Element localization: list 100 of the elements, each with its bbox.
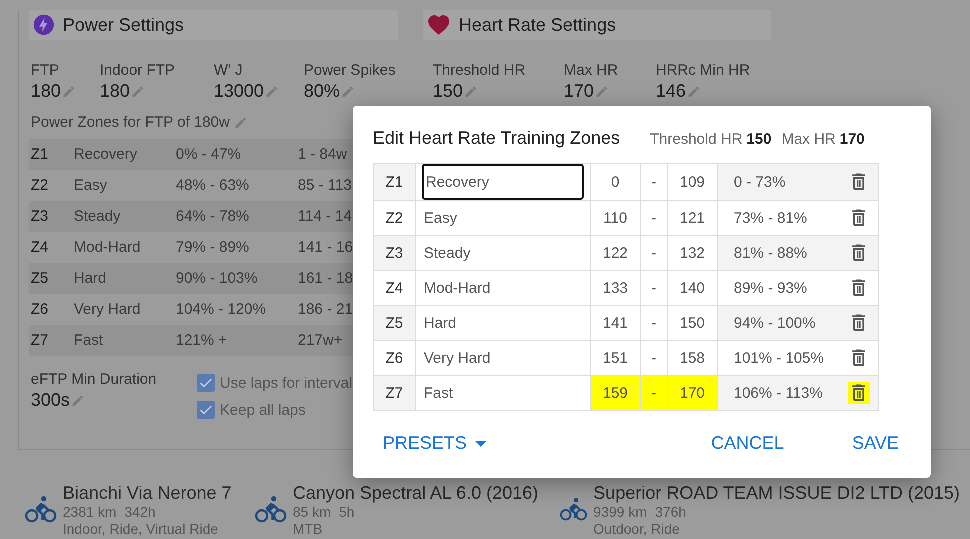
bike-types: Outdoor, Ride	[594, 521, 681, 537]
name-cell[interactable]: Fast	[416, 376, 590, 410]
pencil-icon[interactable]	[265, 84, 280, 98]
zone-name-field[interactable]: Fast	[422, 380, 584, 406]
percent-cell-text: 104% - 120%	[176, 301, 268, 318]
checkbox-label: Keep all laps	[220, 402, 306, 418]
field-label: Indoor FTP	[100, 62, 176, 79]
max-label: Max HR	[782, 131, 836, 148]
zone-name: Steady	[74, 208, 122, 225]
range-separator: -	[652, 280, 656, 296]
field-label: FTP	[31, 62, 60, 79]
cancel-button[interactable]: CANCEL	[701, 425, 794, 462]
zone-cell-text: Z2	[31, 177, 50, 194]
zone-name-field[interactable]: Steady	[422, 240, 584, 266]
zone-name-field[interactable]: Easy	[422, 206, 584, 230]
pencil-icon[interactable]	[62, 84, 76, 98]
field-label: HRRc Min HR	[656, 62, 752, 79]
bike-distance: 9399 km	[594, 504, 648, 520]
pencil-icon[interactable]	[687, 84, 702, 98]
max-cell: 121	[668, 200, 718, 236]
name-cell[interactable]: Steady	[416, 236, 590, 270]
bike-name[interactable]: Canyon Spectral AL 6.0 (2016)	[293, 483, 538, 504]
percent-cell: 94% - 100%	[734, 314, 816, 332]
bike-time: 376h	[655, 504, 686, 520]
zone-name: Recovery	[74, 146, 138, 163]
field-value: 300s	[31, 390, 70, 411]
max-cell: 170	[668, 376, 718, 410]
percent-cell-text: 121% +	[176, 332, 228, 349]
percent-cell-text: 0% - 47%	[176, 146, 242, 163]
heart-icon	[427, 14, 451, 36]
zone-cell: Z7	[374, 376, 416, 410]
pencil-icon[interactable]	[341, 84, 356, 98]
name-cell[interactable]: Very Hard	[416, 340, 590, 376]
pencil-icon[interactable]	[131, 84, 146, 98]
cyclist-icon	[255, 495, 287, 523]
watts-cell-text: 141 - 16	[298, 239, 354, 256]
zone-name-field[interactable]: Very Hard	[422, 346, 584, 370]
field-value: 146	[656, 81, 686, 102]
bike-types: Indoor, Ride, Virtual Ride	[63, 521, 220, 537]
percent-cell: 0 - 73%	[734, 174, 786, 190]
lightning-icon	[33, 14, 55, 36]
watts-cell-text: 85 - 113	[298, 177, 353, 194]
pencil-icon[interactable]	[234, 116, 248, 130]
trash-icon[interactable]	[848, 382, 870, 404]
cyclist-icon	[560, 495, 588, 523]
zone-cell-text: Z6	[31, 301, 50, 318]
bike-name[interactable]: Bianchi Via Nerone 7	[63, 483, 232, 504]
max-cell: 140	[668, 270, 718, 306]
field-label: Threshold HR	[433, 62, 527, 79]
watts-cell-text: 161 - 18	[298, 270, 354, 287]
field-value: 170	[564, 81, 594, 102]
watts-cell-text: 186 - 21	[298, 301, 354, 318]
field-value: 150	[433, 81, 464, 102]
name-cell[interactable]: Hard	[416, 306, 590, 340]
dialog-title: Edit Heart Rate Training Zones	[373, 128, 620, 149]
percent-cell-text: 79% - 89%	[176, 239, 250, 256]
pencil-icon[interactable]	[464, 84, 478, 98]
min-cell: 0	[590, 164, 640, 200]
percent-cell: 101% - 105%	[734, 350, 824, 366]
percent-cell: 73% - 81%	[734, 210, 808, 226]
zone-cell-text: Z7	[31, 332, 50, 349]
field-value: 13000	[214, 81, 264, 102]
percent-cell: 89% - 93%	[734, 280, 808, 296]
threshold-label: Threshold HR	[650, 131, 743, 148]
field-label: Max HR	[564, 62, 620, 79]
field-value: 180	[100, 81, 130, 102]
zone-cell-text: Z3	[31, 208, 50, 225]
zone-name: Fast	[74, 332, 104, 349]
zone-cell-text: Z4	[31, 239, 50, 256]
cyclist-icon	[25, 495, 57, 523]
max-value: 170	[840, 131, 865, 148]
zones-title: Power Zones for FTP of 180w	[31, 114, 230, 131]
presets-button[interactable]: PRESETS	[373, 425, 498, 462]
name-cell[interactable]: Mod-Hard	[416, 270, 590, 306]
name-cell[interactable]: Easy	[416, 200, 590, 236]
min-cell: 122	[590, 236, 640, 270]
zone-cell-text: Z5	[31, 270, 50, 287]
range-separator: -	[652, 350, 656, 366]
pencil-icon[interactable]	[71, 394, 86, 408]
field-label: Power Spikes	[304, 62, 397, 79]
zone-name: Very Hard	[74, 301, 142, 318]
threshold-value: 150	[746, 131, 772, 148]
bike-time: 342h	[124, 504, 156, 520]
zone-name-field[interactable]: Mod-Hard	[422, 276, 584, 300]
min-cell: 110	[590, 200, 640, 236]
bike-time: 5h	[339, 504, 355, 520]
zone-name-field[interactable]: Hard	[422, 310, 584, 336]
checkbox[interactable]	[197, 374, 215, 392]
section-title: Heart Rate Settings	[459, 14, 616, 36]
range-separator: -	[652, 174, 656, 190]
field-value: 80%	[304, 81, 340, 102]
range-separator: -	[652, 314, 656, 332]
checkbox[interactable]	[197, 401, 215, 419]
percent-cell: 81% - 88%	[734, 244, 808, 262]
field-value: 180	[31, 81, 62, 102]
min-cell: 133	[590, 270, 640, 306]
bike-name[interactable]: Superior ROAD TEAM ISSUE DI2 LTD (2015)	[594, 483, 960, 504]
save-button[interactable]: SAVE	[842, 425, 909, 462]
zone-cell: Z5	[374, 306, 416, 340]
pencil-icon[interactable]	[595, 84, 610, 98]
